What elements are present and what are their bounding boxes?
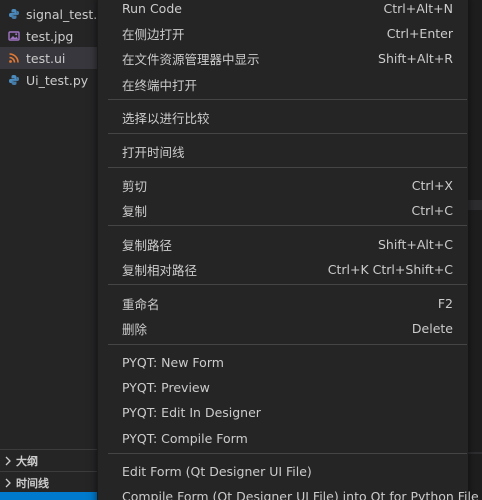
file-item-signal-test-py[interactable]: signal_test.py (0, 3, 100, 25)
menu-item-label: Edit Form (Qt Designer UI File) (122, 463, 312, 479)
menu-item-shortcut: Ctrl+C (411, 202, 453, 218)
menu-item-open-timeline[interactable]: 打开时间线 (98, 139, 468, 163)
menu-separator (108, 453, 467, 454)
menu-item-label: 在文件资源管理器中显示 (122, 51, 260, 67)
menu-item-edit-form-qt-designer[interactable]: Edit Form (Qt Designer UI File) (98, 459, 468, 483)
menu-separator (108, 344, 467, 345)
menu-separator (108, 167, 467, 168)
menu-item-label: PYQT: Preview (122, 379, 210, 395)
menu-separator (108, 225, 467, 226)
timeline-section-header[interactable]: 时间线 (0, 471, 100, 493)
context-menu: Run Code Ctrl+Alt+N 在侧边打开 Ctrl+Enter 在文件… (97, 0, 479, 500)
python-icon (9, 9, 19, 19)
chevron-right-icon (5, 456, 11, 465)
menu-item-cut[interactable]: 剪切 Ctrl+X (98, 173, 468, 197)
menu-item-open-in-terminal[interactable]: 在终端中打开 (98, 72, 468, 96)
menu-item-label: 剪切 (122, 178, 148, 194)
menu-item-shortcut: Ctrl+X (411, 177, 453, 193)
menu-item-label: 复制 (122, 203, 148, 219)
editor-divider (466, 200, 482, 210)
menu-separator (108, 284, 467, 285)
file-label: test.jpg (26, 28, 74, 44)
menu-item-pyqt-edit-in-designer[interactable]: PYQT: Edit In Designer (98, 400, 468, 424)
file-item-test-ui[interactable]: test.ui (0, 47, 100, 69)
chevron-right-icon (5, 478, 11, 487)
file-label: Ui_test.py (26, 72, 89, 88)
section-label: 大纲 (16, 454, 38, 468)
outline-section-header[interactable]: 大纲 (0, 449, 100, 471)
menu-item-shortcut: Ctrl+Enter (386, 25, 453, 41)
menu-item-label: 在终端中打开 (122, 77, 198, 93)
menu-item-run-code[interactable]: Run Code Ctrl+Alt+N (98, 0, 468, 20)
menu-item-label: 复制相对路径 (122, 262, 198, 278)
menu-item-label: 复制路径 (122, 237, 173, 253)
menu-item-label: 选择以进行比较 (122, 110, 210, 126)
menu-item-pyqt-preview[interactable]: PYQT: Preview (98, 375, 468, 399)
menu-item-label: PYQT: Compile Form (122, 430, 248, 446)
menu-item-label: Run Code (122, 0, 182, 16)
editor-divider (466, 452, 482, 454)
status-bar (0, 492, 100, 500)
menu-item-copy-relative-path[interactable]: 复制相对路径 Ctrl+K Ctrl+Shift+C (98, 257, 468, 281)
menu-item-delete[interactable]: 删除 Delete (98, 316, 468, 340)
menu-separator (108, 99, 467, 100)
menu-item-rename[interactable]: 重命名 F2 (98, 291, 468, 315)
menu-item-copy-path[interactable]: 复制路径 Shift+Alt+C (98, 232, 468, 256)
menu-separator (108, 133, 467, 134)
menu-item-pyqt-new-form[interactable]: PYQT: New Form (98, 350, 468, 374)
menu-item-shortcut: Shift+Alt+R (378, 50, 453, 66)
menu-item-shortcut: Delete (411, 320, 453, 336)
file-label: signal_test.py (26, 6, 100, 22)
menu-item-label: PYQT: Edit In Designer (122, 404, 261, 420)
menu-item-label: PYQT: New Form (122, 354, 224, 370)
explorer-sidebar: signal_test.py test.jpg test.ui Ui_ (0, 0, 100, 500)
section-label: 时间线 (16, 476, 49, 490)
file-item-test-jpg[interactable]: test.jpg (0, 25, 100, 47)
menu-item-shortcut: Ctrl+K Ctrl+Shift+C (327, 261, 453, 277)
menu-item-label: Compile Form (Qt Designer UI File) into … (122, 488, 479, 500)
menu-item-label: 重命名 (122, 296, 160, 312)
menu-item-pyqt-compile-form[interactable]: PYQT: Compile Form (98, 426, 468, 450)
menu-item-copy[interactable]: 复制 Ctrl+C (98, 198, 468, 222)
menu-item-reveal-in-explorer[interactable]: 在文件资源管理器中显示 Shift+Alt+R (98, 46, 468, 70)
menu-item-shortcut: Ctrl+Alt+N (383, 0, 453, 16)
menu-item-open-to-side[interactable]: 在侧边打开 Ctrl+Enter (98, 21, 468, 45)
menu-item-compile-form-qt-python[interactable]: Compile Form (Qt Designer UI File) into … (98, 484, 479, 500)
menu-item-select-for-compare[interactable]: 选择以进行比较 (98, 105, 468, 129)
rss-icon (9, 53, 19, 63)
menu-item-label: 打开时间线 (122, 144, 185, 160)
file-item-ui-test-py[interactable]: Ui_test.py (0, 69, 100, 91)
menu-item-shortcut: Shift+Alt+C (377, 236, 453, 252)
editor-edge (466, 0, 482, 500)
menu-item-shortcut: F2 (437, 295, 453, 311)
image-icon (8, 31, 20, 41)
vscode-window: signal_test.py test.jpg test.ui Ui_ (0, 0, 482, 500)
menu-item-label: 在侧边打开 (122, 26, 185, 42)
python-icon (9, 75, 19, 85)
menu-item-label: 删除 (122, 321, 148, 337)
file-label: test.ui (26, 50, 66, 66)
